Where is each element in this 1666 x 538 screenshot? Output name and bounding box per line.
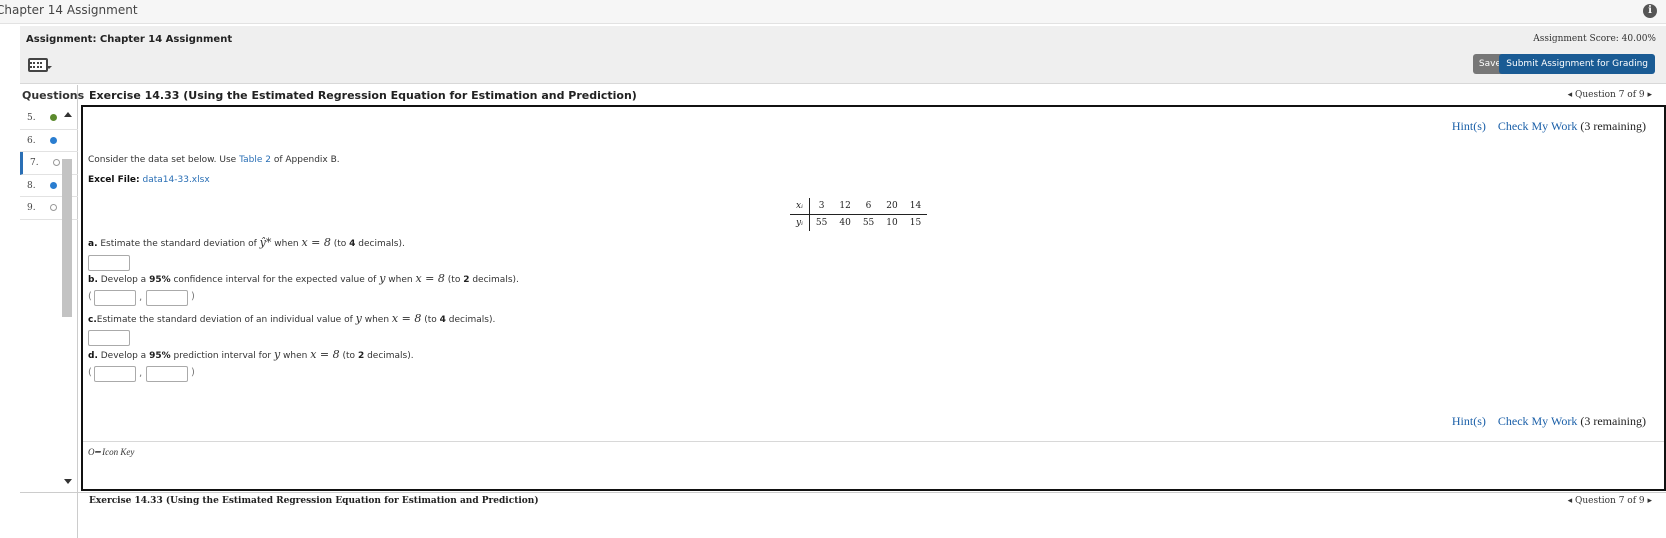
part-d-lower-input[interactable] xyxy=(94,366,136,382)
hint-bar-top: Hint(s) Check My Work (3 remaining) xyxy=(1452,119,1646,134)
scroll-up-icon[interactable] xyxy=(64,112,72,117)
hint-link[interactable]: Hint(s) xyxy=(1452,414,1486,428)
comma: , xyxy=(139,292,143,303)
y-value: 40 xyxy=(839,218,851,228)
submit-button[interactable]: Submit Assignment for Grading xyxy=(1499,54,1655,74)
y-value: 55 xyxy=(862,218,875,228)
part-a-input[interactable] xyxy=(88,255,130,271)
scrollbar-thumb[interactable] xyxy=(62,159,72,317)
divider xyxy=(20,492,1666,493)
remaining-count: (3 remaining) xyxy=(1580,119,1646,133)
data-table: xᵢ 3 12 6 20 14 yᵢ 55 40 55 10 15 xyxy=(790,198,928,231)
part-a-prompt: a. Estimate the standard deviation of ŷ*… xyxy=(88,236,405,249)
x-value: 6 xyxy=(856,198,881,215)
part-b-upper-input[interactable] xyxy=(146,290,188,306)
question-navigator[interactable]: ◂ Question 7 of 9 ▸ xyxy=(1568,90,1652,100)
y-value: 10 xyxy=(886,218,898,228)
y-value: 15 xyxy=(909,218,922,228)
footer-divider xyxy=(83,441,1664,442)
close-paren: ) xyxy=(191,367,195,378)
table-2-link[interactable]: Table 2 xyxy=(239,155,271,165)
key-icon: O━ xyxy=(88,447,100,457)
comma: , xyxy=(139,368,143,379)
part-b-lower-input[interactable] xyxy=(94,290,136,306)
remaining-count: (3 remaining) xyxy=(1580,414,1646,428)
part-d-prompt: d. Develop a 95% prediction interval for… xyxy=(88,348,414,361)
excel-file-line: Excel File: data14-33.xlsx xyxy=(88,175,210,185)
hint-link[interactable]: Hint(s) xyxy=(1452,119,1486,133)
part-b-prompt: b. Develop a 95% confidence interval for… xyxy=(88,272,519,285)
exercise-content: Hint(s) Check My Work (3 remaining) Cons… xyxy=(81,105,1666,491)
check-my-work-link[interactable]: Check My Work xyxy=(1498,119,1577,133)
part-c-input[interactable] xyxy=(88,330,130,346)
questions-scrollbar[interactable] xyxy=(61,107,73,492)
intro-text: Consider the data set below. Use Table 2… xyxy=(88,155,340,165)
close-paren: ) xyxy=(191,291,195,302)
excel-file-link[interactable]: data14-33.xlsx xyxy=(143,175,210,185)
part-d-upper-input[interactable] xyxy=(146,366,188,382)
open-paren: ( xyxy=(88,367,92,378)
questions-heading: Questions xyxy=(22,89,85,102)
icon-key[interactable]: O━ Icon Key xyxy=(88,447,134,458)
x-value: 12 xyxy=(833,198,857,215)
x-value: 14 xyxy=(903,198,928,215)
answered-status-icon xyxy=(50,181,57,189)
chevron-down-icon xyxy=(46,66,52,69)
check-my-work-link[interactable]: Check My Work xyxy=(1498,414,1577,428)
assignment-score: Assignment Score: 40.00% xyxy=(1533,34,1656,44)
open-paren: ( xyxy=(88,291,92,302)
assignment-title: Assignment: Chapter 14 Assignment xyxy=(26,34,233,45)
info-icon[interactable]: i xyxy=(1643,4,1657,18)
x-value: 3 xyxy=(809,198,834,215)
exercise-title: Exercise 14.33 (Using the Estimated Regr… xyxy=(89,89,637,102)
window-title: Chapter 14 Assignment xyxy=(0,3,138,17)
y-label: yᵢ xyxy=(790,214,810,231)
question-navigator-bottom[interactable]: ◂ Question 7 of 9 ▸ xyxy=(1568,496,1652,506)
x-value: 20 xyxy=(880,198,904,215)
part-c-prompt: c.Estimate the standard deviation of an … xyxy=(88,312,496,325)
answered-status-icon xyxy=(50,136,57,144)
window-title-bar: Chapter 14 Assignment i xyxy=(0,0,1666,24)
x-label: xᵢ xyxy=(790,198,810,215)
completed-status-icon xyxy=(50,114,57,121)
assignment-header: Assignment: Chapter 14 Assignment Assign… xyxy=(20,26,1666,84)
unanswered-status-icon xyxy=(50,204,57,211)
scroll-down-icon[interactable] xyxy=(64,479,72,484)
hint-bar-bottom: Hint(s) Check My Work (3 remaining) xyxy=(1452,414,1646,429)
next-exercise-title: Exercise 14.33 (Using the Estimated Regr… xyxy=(89,496,539,506)
keyboard-icon[interactable] xyxy=(28,56,52,74)
unanswered-status-icon xyxy=(53,159,60,166)
y-value: 55 xyxy=(815,218,828,228)
